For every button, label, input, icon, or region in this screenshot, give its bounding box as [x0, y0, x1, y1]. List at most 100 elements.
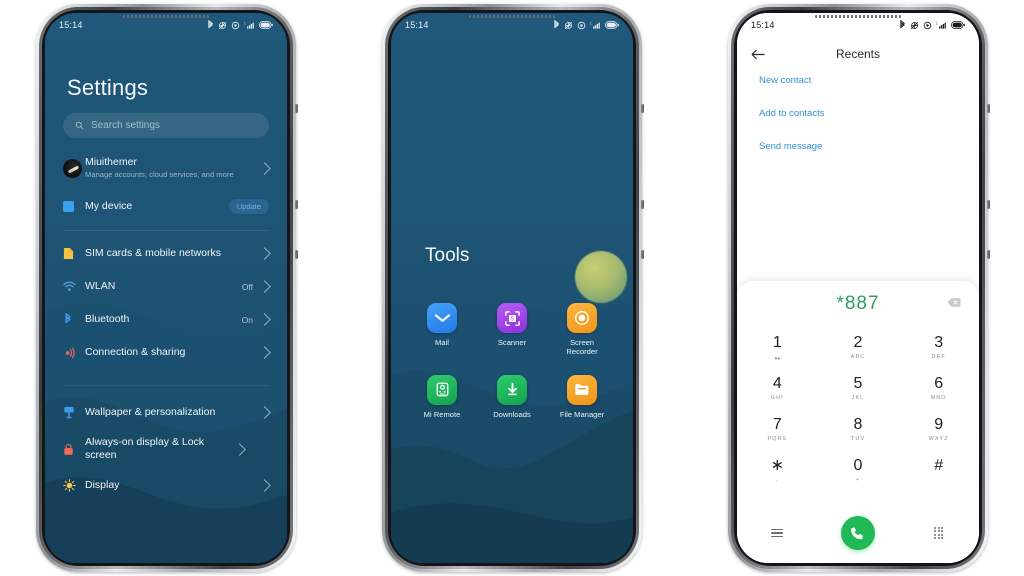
sidebar-item-wlan[interactable]: WLAN Off — [45, 270, 287, 303]
mail-icon — [427, 303, 457, 333]
volume-down-button[interactable] — [295, 250, 298, 259]
app-scanner[interactable]: 5 Scanner — [477, 303, 547, 357]
key-digit: 0 — [853, 456, 863, 474]
link-send-message[interactable]: Send message — [759, 141, 957, 152]
app-label: File Manager — [559, 409, 605, 419]
dnd-icon — [577, 21, 586, 29]
sidebar-item-bluetooth[interactable]: Bluetooth On — [45, 303, 287, 336]
key-hash[interactable]: # — [898, 450, 979, 491]
key-4[interactable]: 4 GHI — [737, 368, 818, 409]
lock-icon — [63, 443, 85, 456]
chevron-right-icon — [258, 406, 271, 419]
app-mi-remote[interactable]: Mi Remote — [407, 374, 477, 419]
sidebar-item-wallpaper[interactable]: Wallpaper & personalization — [45, 396, 287, 429]
key-digit: 6 — [934, 374, 944, 392]
key-star[interactable]: ∗, — [737, 450, 818, 491]
sidebar-item-lock-screen[interactable]: Always-on display & Lock screen — [45, 429, 287, 469]
sidebar-item-account[interactable]: Miuithemer Manage accounts, cloud servic… — [45, 146, 287, 190]
sidebar-item-connection-sharing[interactable]: Connection & sharing — [45, 336, 287, 369]
key-1[interactable]: 1 •• — [737, 327, 818, 368]
key-0[interactable]: 0 + — [818, 450, 899, 491]
account-avatar — [63, 158, 85, 178]
app-label: Scanner — [497, 338, 527, 347]
status-icons: 1 — [207, 20, 273, 30]
phone-screen: 15:14 1 Tools Mail 5 Scanner Screen Reco… — [391, 13, 633, 563]
page-title: Recents — [835, 47, 881, 61]
download-icon — [497, 374, 527, 405]
key-digit: 7 — [772, 415, 782, 433]
app-bar: Recents — [737, 37, 979, 71]
chevron-right-icon — [258, 161, 271, 175]
volume-up-button[interactable] — [641, 200, 644, 209]
connection-sharing-label: Connection & sharing — [85, 346, 186, 359]
key-9[interactable]: 9 WXYZ — [898, 409, 979, 450]
key-3[interactable]: 3 DEF — [898, 327, 979, 368]
update-badge[interactable]: Update — [228, 199, 269, 214]
device-icon — [63, 201, 85, 212]
key-digit: # — [934, 456, 944, 474]
app-file-manager[interactable]: File Manager — [547, 374, 617, 419]
list-divider — [63, 230, 269, 231]
call-button[interactable] — [840, 516, 875, 550]
volume-down-button[interactable] — [987, 250, 990, 259]
connection-sharing-icon — [63, 347, 85, 359]
dialpad-keys[interactable]: 1 •• 2 ABC 3 DEF 4 GHI 5 JKL 6 MNO 7 PQRS 8 TUV … — [737, 327, 979, 491]
svg-text:1: 1 — [244, 21, 246, 25]
keypad-icon[interactable] — [934, 526, 944, 540]
lock-screen-label: Always-on display & Lock screen — [85, 436, 205, 461]
app-grid[interactable]: Mail 5 Scanner Screen Recorder Mi Remote… — [391, 303, 633, 419]
account-label: Miuithemer Manage accounts, cloud servic… — [85, 156, 260, 179]
app-mail[interactable]: Mail — [407, 303, 477, 357]
link-new-contact[interactable]: New contact — [759, 75, 957, 86]
key-letters: TUV — [850, 435, 866, 442]
settings-screen: Settings Search settings Miuithemer Mana… — [45, 13, 287, 563]
key-7[interactable]: 7 PQRS — [737, 409, 818, 450]
volume-up-button[interactable] — [295, 200, 298, 209]
volume-down-button[interactable] — [641, 250, 644, 259]
key-2[interactable]: 2 ABC — [818, 327, 899, 368]
account-subtitle: Manage accounts, cloud services, and mor… — [85, 170, 234, 180]
bluetooth-value: On — [241, 314, 253, 325]
battery-icon — [951, 21, 965, 29]
phone-device-dialer: 15:14 1 Recents New contact Add to conta… — [728, 4, 990, 572]
mi-remote-icon — [427, 374, 457, 405]
earpiece-speaker — [123, 15, 209, 18]
bluetooth-icon — [63, 313, 85, 326]
power-button[interactable] — [987, 104, 990, 113]
folder-title: Tools — [425, 245, 470, 266]
app-downloads[interactable]: Downloads — [477, 374, 547, 419]
key-6[interactable]: 6 MNO — [898, 368, 979, 409]
phone-device-settings: 15:14 1 Settings Search settings Miuithe… — [36, 4, 298, 572]
dialpad-bottom-bar[interactable] — [737, 511, 979, 555]
power-button[interactable] — [295, 104, 298, 113]
sidebar-item-my-device[interactable]: My device Update — [45, 190, 287, 223]
screen-recorder-icon — [567, 303, 597, 333]
phone-device-home: 15:14 1 Tools Mail 5 Scanner Screen Reco… — [382, 4, 644, 572]
wallpaper-label: Wallpaper & personalization — [85, 406, 216, 419]
key-8[interactable]: 8 TUV — [818, 409, 899, 450]
file-manager-icon — [567, 374, 597, 405]
volume-up-button[interactable] — [987, 200, 990, 209]
menu-icon[interactable] — [771, 528, 784, 538]
key-letters: PQRS — [767, 435, 788, 442]
key-5[interactable]: 5 JKL — [818, 368, 899, 409]
bluetooth-label: Bluetooth — [85, 313, 130, 326]
key-digit: 5 — [853, 374, 863, 392]
dialed-number[interactable]: *887 — [836, 293, 879, 315]
brightness-icon — [63, 479, 85, 492]
signal-bars-icon: 1 — [936, 21, 946, 29]
key-digit: 8 — [853, 415, 863, 433]
dialer-screen: 15:14 1 Recents New contact Add to conta… — [737, 13, 979, 563]
action-links[interactable]: New contact Add to contacts Send message — [737, 75, 979, 174]
settings-list[interactable]: Miuithemer Manage accounts, cloud servic… — [45, 146, 287, 563]
chevron-right-icon — [258, 346, 271, 359]
backspace-icon[interactable] — [947, 295, 961, 313]
sidebar-item-display[interactable]: Display — [45, 469, 287, 502]
app-screen-recorder[interactable]: Screen Recorder — [547, 303, 617, 357]
chevron-right-icon — [258, 280, 271, 293]
link-add-to-contacts[interactable]: Add to contacts — [759, 108, 957, 119]
search-input[interactable]: Search settings — [63, 113, 269, 138]
key-digit: 1 — [772, 333, 782, 351]
power-button[interactable] — [641, 104, 644, 113]
sidebar-item-sim-cards[interactable]: SIM cards & mobile networks — [45, 237, 287, 270]
